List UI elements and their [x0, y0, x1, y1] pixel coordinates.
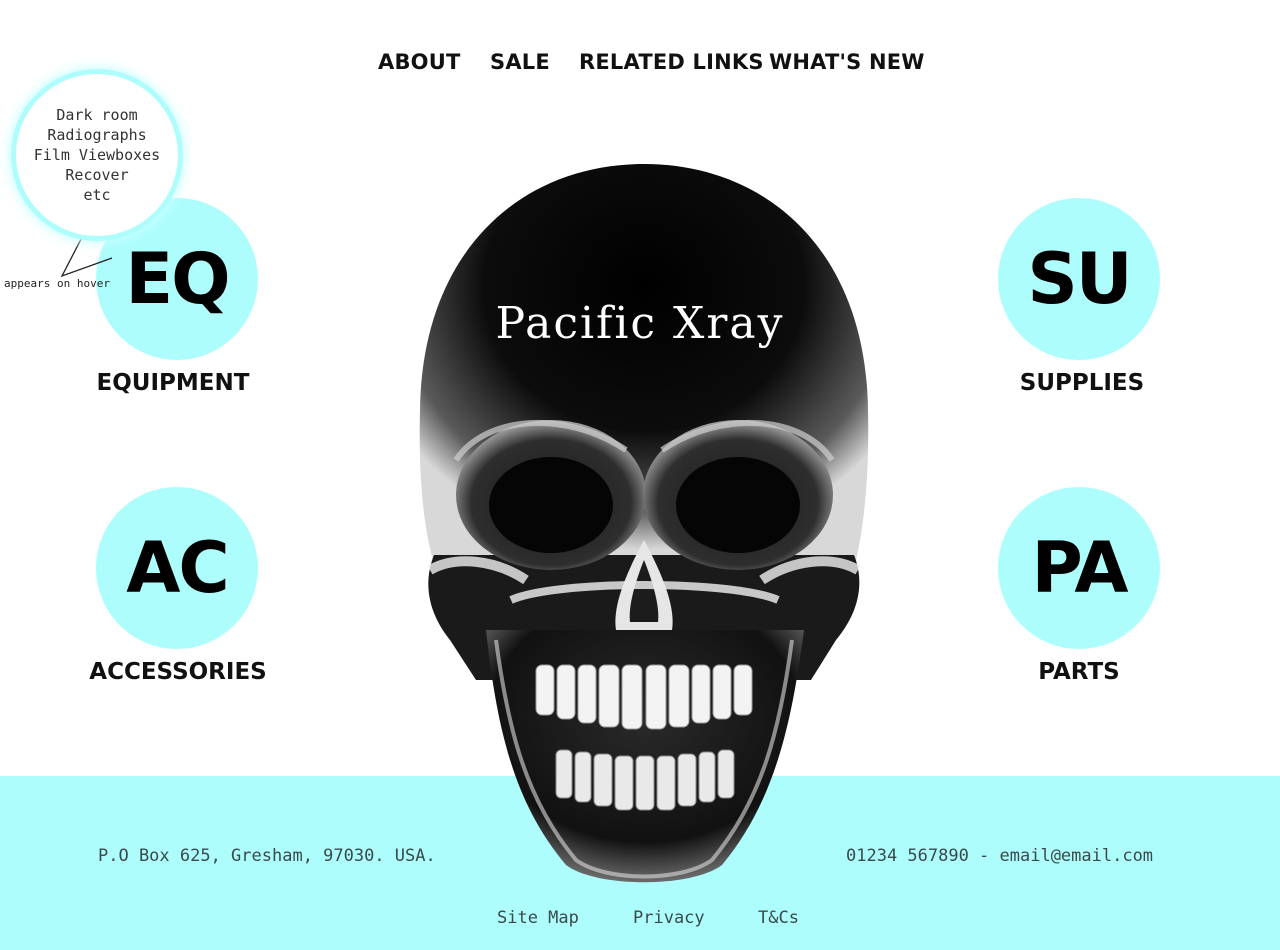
top-navigation: ABOUT SALE RELATED LINKS WHAT'S NEW [0, 50, 1280, 82]
footer-link-privacy[interactable]: Privacy [633, 908, 705, 928]
footer-address: P.O Box 625, Gresham, 97030. USA. [98, 846, 436, 866]
hover-popup-item: Recover [65, 166, 129, 184]
category-parts-label[interactable]: PARTS [949, 659, 1209, 685]
footer-contact[interactable]: 01234 567890 - email@email.com [846, 846, 1153, 866]
hover-popup-item: etc [83, 186, 111, 204]
category-accessories-abbr: AC [126, 527, 230, 609]
hover-annotation-text: appears on hover [4, 277, 110, 290]
category-accessories-circle[interactable]: AC [96, 487, 258, 649]
category-parts-circle[interactable]: PA [998, 487, 1160, 649]
category-equipment-label[interactable]: EQUIPMENT [43, 370, 303, 396]
skull-xray-image [419, 164, 869, 883]
nav-related-links[interactable]: RELATED LINKS [579, 50, 764, 74]
hover-popup-item: Dark room [56, 106, 138, 124]
nav-about[interactable]: ABOUT [378, 50, 461, 74]
hover-popup-item: Film Viewboxes [33, 146, 161, 164]
hover-popup-item: Radiographs [47, 126, 147, 144]
category-supplies-abbr: SU [1027, 238, 1132, 320]
footer-link-sitemap[interactable]: Site Map [497, 908, 579, 928]
category-supplies-label[interactable]: SUPPLIES [952, 370, 1212, 396]
nav-sale[interactable]: SALE [490, 50, 550, 74]
footer-link-tcs[interactable]: T&Cs [758, 908, 799, 928]
category-equipment-abbr: EQ [125, 238, 230, 320]
hover-popup: Dark room Radiographs Film Viewboxes Rec… [16, 74, 178, 236]
nav-whats-new[interactable]: WHAT'S NEW [769, 50, 925, 74]
category-accessories-label[interactable]: ACCESSORIES [48, 659, 308, 685]
category-supplies-circle[interactable]: SU [998, 198, 1160, 360]
category-parts-abbr: PA [1031, 527, 1128, 609]
